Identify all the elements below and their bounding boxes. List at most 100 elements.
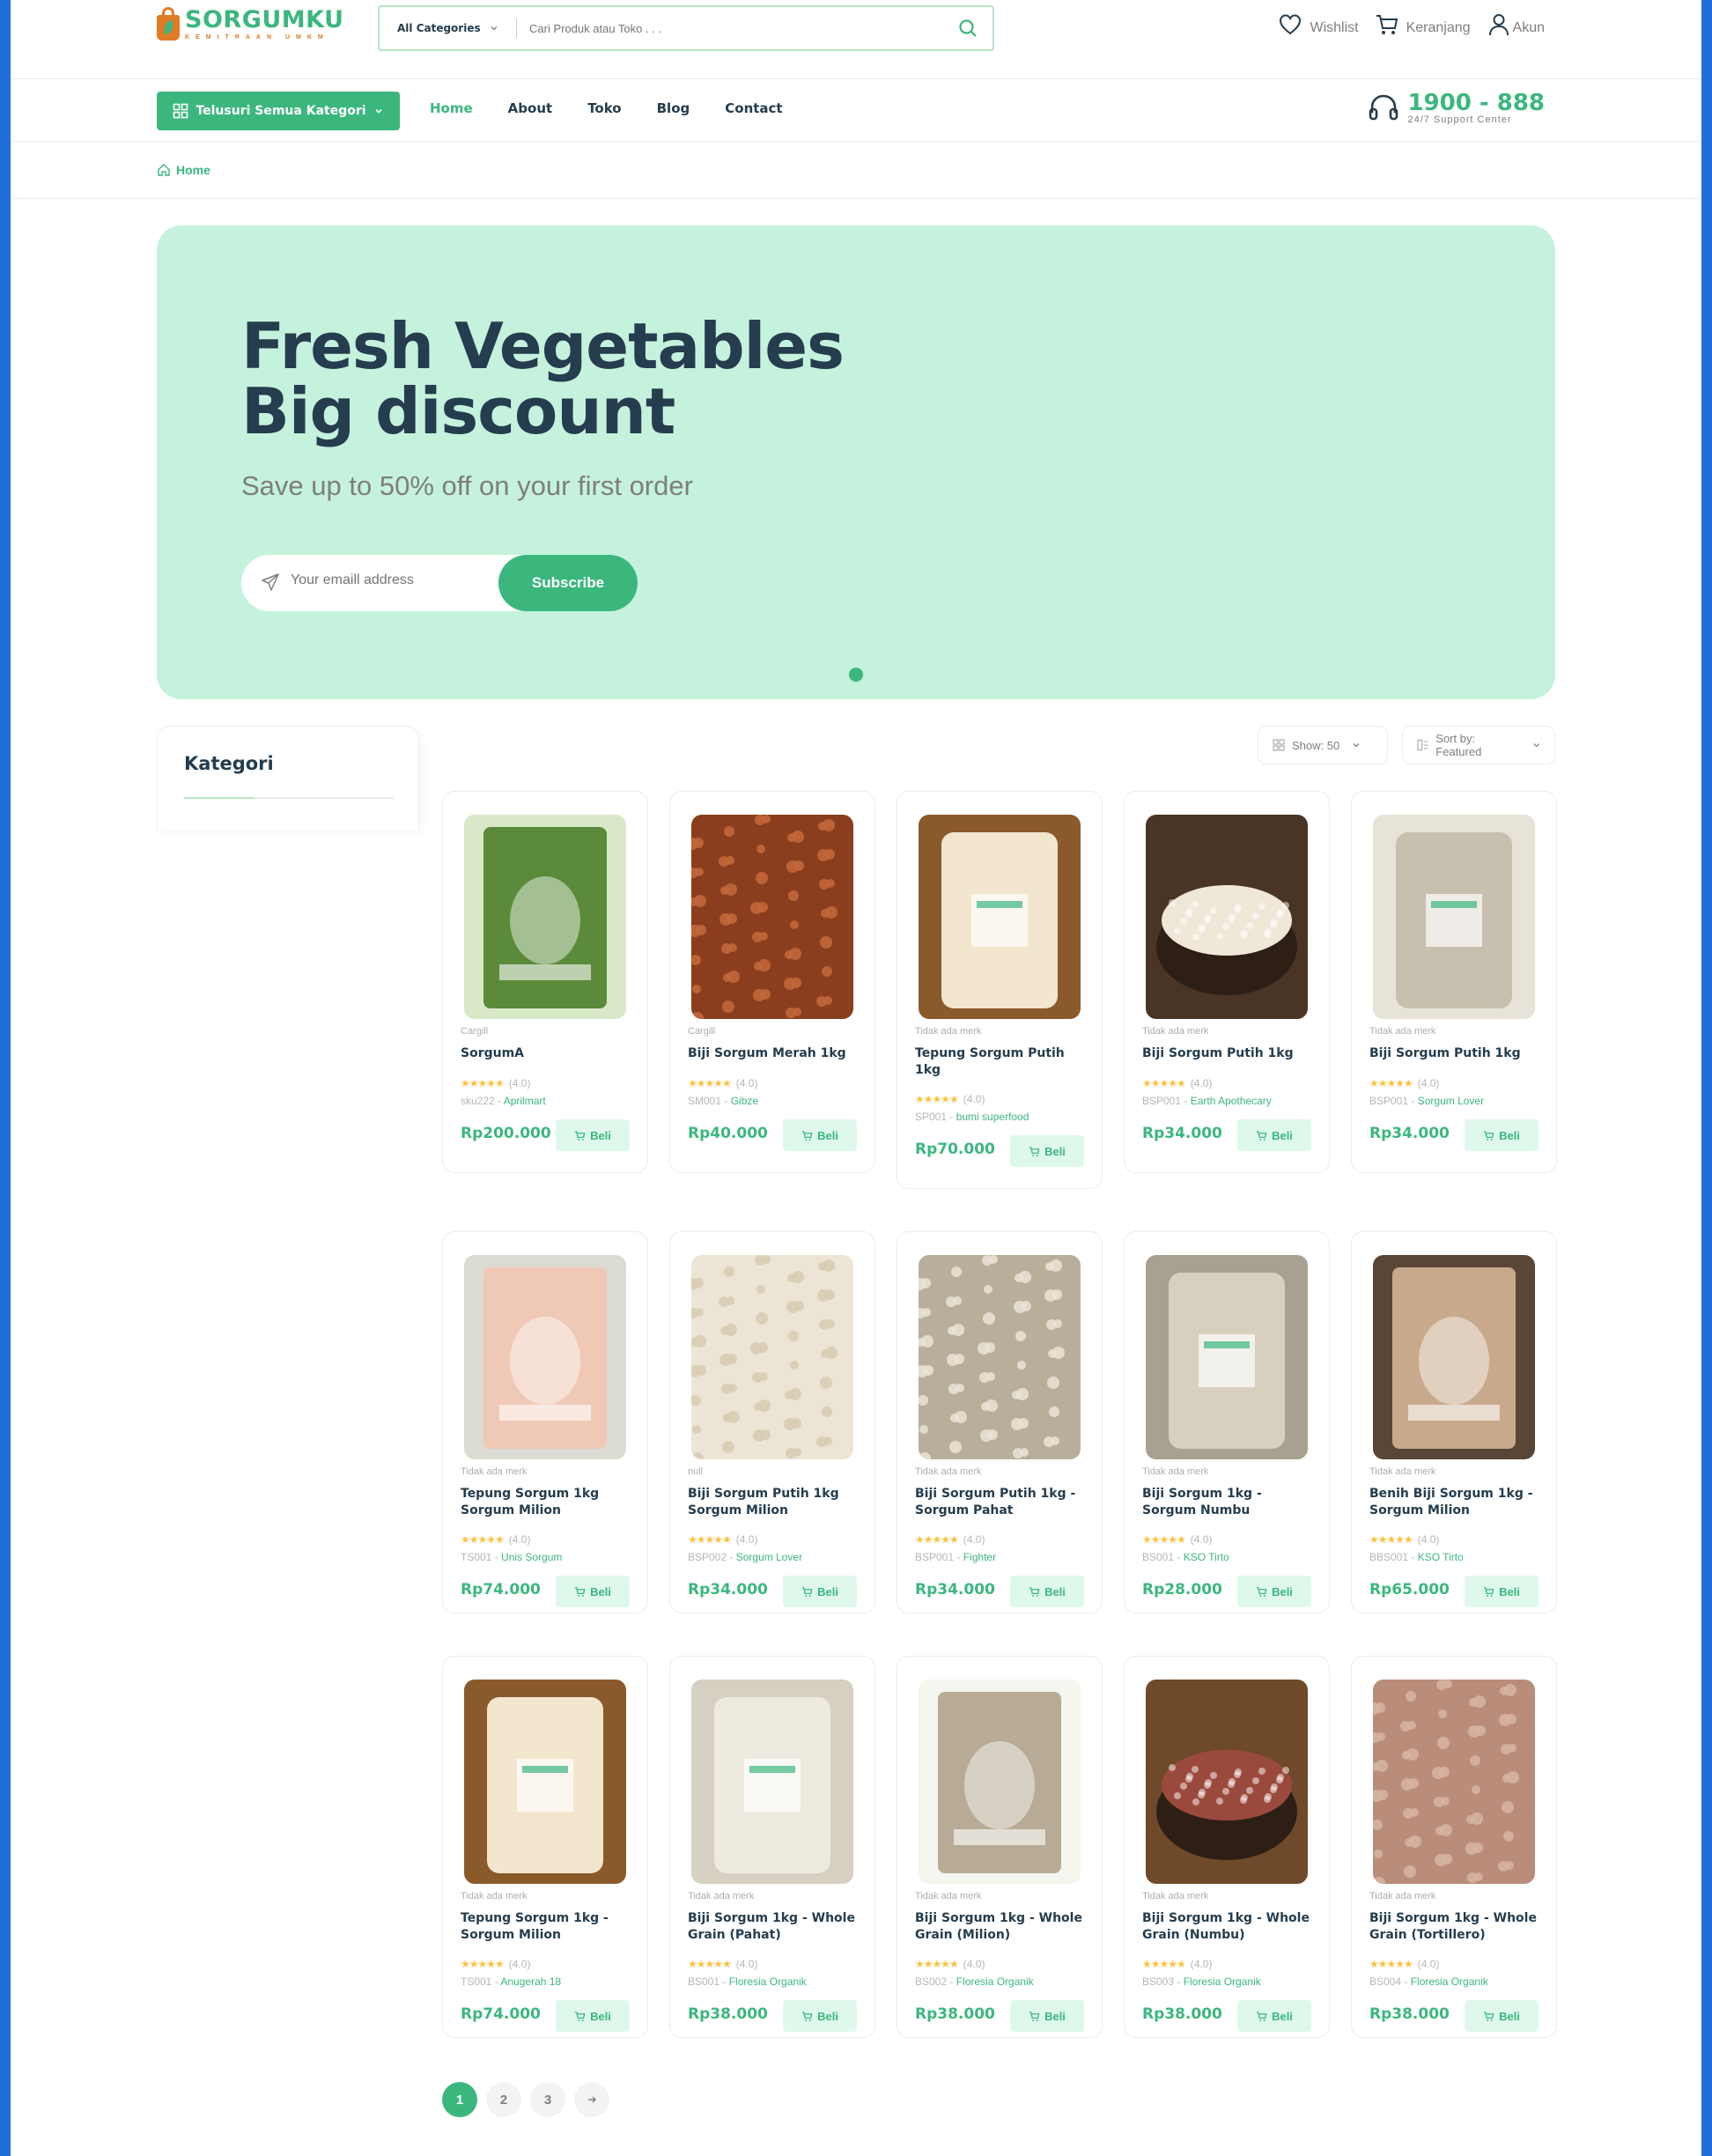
vendor-link[interactable]: Anugerah 18 bbox=[500, 1975, 561, 1988]
cart-link[interactable]: Keranjang bbox=[1375, 12, 1471, 37]
buy-button[interactable]: Beli bbox=[556, 2000, 630, 2032]
product-name[interactable]: Biji Sorgum 1kg - Whole Grain (Pahat) bbox=[688, 1910, 864, 1944]
page-2[interactable]: 2 bbox=[486, 2082, 521, 2117]
buy-button[interactable]: Beli bbox=[1010, 1576, 1084, 1607]
product-name[interactable]: Tepung Sorgum 1kg - Sorgum Milion bbox=[461, 1910, 637, 1944]
product-card[interactable]: Tidak ada merk Biji Sorgum Putih 1kg - S… bbox=[897, 1231, 1103, 1613]
product-name[interactable]: Biji Sorgum 1kg - Sorgum Numbu bbox=[1142, 1486, 1318, 1519]
page-3[interactable]: 3 bbox=[530, 2082, 565, 2117]
vendor-link[interactable]: Aprilmart bbox=[504, 1095, 546, 1107]
product-card[interactable]: Cargill Biji Sorgum Merah 1kg ★★★★★ (4.0… bbox=[669, 791, 875, 1173]
product-card[interactable]: Tidak ada merk Biji Sorgum 1kg - Whole G… bbox=[669, 1656, 875, 2038]
vendor-link[interactable]: Fighter bbox=[963, 1551, 996, 1563]
product-card[interactable]: Tidak ada merk Tepung Sorgum 1kg - Sorgu… bbox=[442, 1656, 648, 2038]
vendor-link[interactable]: Earth Apothecary bbox=[1191, 1095, 1272, 1107]
product-image[interactable] bbox=[464, 1680, 626, 1884]
email-input[interactable] bbox=[291, 572, 484, 588]
product-card[interactable]: Tidak ada merk Biji Sorgum 1kg - Whole G… bbox=[1124, 1656, 1330, 2038]
buy-button[interactable]: Beli bbox=[556, 1119, 630, 1151]
sort-select[interactable]: Sort by: Featured bbox=[1402, 726, 1555, 764]
vendor-link[interactable]: Unis Sorgum bbox=[501, 1551, 562, 1563]
product-name[interactable]: Tepung Sorgum 1kg Sorgum Milion bbox=[461, 1486, 637, 1519]
buy-button[interactable]: Beli bbox=[1465, 1576, 1539, 1607]
product-image[interactable] bbox=[1373, 815, 1535, 1019]
product-image[interactable] bbox=[1146, 1255, 1308, 1459]
product-image[interactable] bbox=[1146, 1680, 1308, 1884]
product-card[interactable]: Tidak ada merk Benih Biji Sorgum 1kg - S… bbox=[1351, 1231, 1557, 1613]
product-card[interactable]: Tidak ada merk Tepung Sorgum 1kg Sorgum … bbox=[442, 1231, 648, 1613]
product-name[interactable]: SorgumA bbox=[461, 1045, 637, 1062]
sidebar-divider bbox=[184, 797, 394, 799]
next-page-button[interactable] bbox=[574, 2082, 609, 2117]
product-image[interactable] bbox=[464, 815, 626, 1019]
browse-categories-button[interactable]: Telusuri Semua Kategori bbox=[157, 92, 400, 130]
product-name[interactable]: Biji Sorgum Putih 1kg Sorgum Milion bbox=[688, 1486, 864, 1519]
product-name[interactable]: Biji Sorgum 1kg - Whole Grain (Milion) bbox=[915, 1910, 1091, 1944]
category-select[interactable]: All Categories bbox=[380, 22, 516, 34]
search-input[interactable] bbox=[517, 21, 950, 35]
product-name[interactable]: Biji Sorgum Putih 1kg - Sorgum Pahat bbox=[915, 1486, 1091, 1519]
buy-button[interactable]: Beli bbox=[1465, 1119, 1539, 1151]
buy-button[interactable]: Beli bbox=[783, 1576, 857, 1607]
product-image[interactable] bbox=[691, 1255, 853, 1459]
buy-button[interactable]: Beli bbox=[1010, 2000, 1084, 2032]
product-image[interactable] bbox=[919, 1255, 1081, 1459]
product-card[interactable]: Cargill SorgumA ★★★★★ (4.0) sku222 - Apr… bbox=[442, 791, 648, 1173]
product-card[interactable]: Tidak ada merk Biji Sorgum 1kg - Sorgum … bbox=[1124, 1231, 1330, 1613]
vendor-link[interactable]: KSO Tirto bbox=[1184, 1551, 1229, 1563]
buy-button[interactable]: Beli bbox=[783, 2000, 857, 2032]
vendor-link[interactable]: Gibze bbox=[731, 1095, 758, 1107]
wishlist-link[interactable]: Wishlist bbox=[1278, 12, 1359, 37]
vendor-link[interactable]: Sorgum Lover bbox=[736, 1551, 802, 1563]
product-image[interactable] bbox=[1373, 1255, 1535, 1459]
product-name[interactable]: Tepung Sorgum Putih 1kg bbox=[915, 1045, 1091, 1079]
product-image[interactable] bbox=[919, 1680, 1081, 1884]
slider-dot[interactable] bbox=[849, 668, 863, 682]
buy-button[interactable]: Beli bbox=[1237, 2000, 1311, 2032]
account-link[interactable]: Akun bbox=[1487, 12, 1545, 37]
product-name[interactable]: Biji Sorgum Putih 1kg bbox=[1369, 1045, 1546, 1062]
star-rating-icon: ★★★★★ bbox=[915, 1533, 959, 1546]
product-card[interactable]: null Biji Sorgum Putih 1kg Sorgum Milion… bbox=[669, 1231, 875, 1613]
product-name[interactable]: Biji Sorgum Merah 1kg bbox=[688, 1045, 864, 1062]
vendor-link[interactable]: Floresia Organik bbox=[1184, 1975, 1261, 1988]
search-icon[interactable] bbox=[950, 11, 985, 46]
breadcrumb-home[interactable]: Home bbox=[176, 163, 210, 177]
product-image[interactable] bbox=[691, 815, 853, 1019]
logo[interactable]: SORGUMKU KEMITRAAN UMKM bbox=[157, 7, 344, 41]
product-name[interactable]: Biji Sorgum 1kg - Whole Grain (Tortiller… bbox=[1369, 1910, 1546, 1944]
product-image[interactable] bbox=[1373, 1680, 1535, 1884]
buy-button[interactable]: Beli bbox=[556, 1576, 630, 1607]
product-name[interactable]: Biji Sorgum Putih 1kg bbox=[1142, 1045, 1318, 1062]
product-card[interactable]: Tidak ada merk Biji Sorgum Putih 1kg ★★★… bbox=[1124, 791, 1330, 1173]
vendor-link[interactable]: Floresia Organik bbox=[956, 1975, 1034, 1988]
buy-button[interactable]: Beli bbox=[1237, 1119, 1311, 1151]
product-card[interactable]: Tidak ada merk Tepung Sorgum Putih 1kg ★… bbox=[897, 791, 1103, 1189]
buy-button[interactable]: Beli bbox=[1010, 1135, 1084, 1167]
buy-button[interactable]: Beli bbox=[783, 1119, 857, 1151]
vendor-link[interactable]: Floresia Organik bbox=[729, 1975, 807, 1988]
show-count-select[interactable]: Show: 50 bbox=[1258, 726, 1388, 764]
product-image[interactable] bbox=[1146, 815, 1308, 1019]
buy-button[interactable]: Beli bbox=[1237, 1576, 1311, 1607]
page-1[interactable]: 1 bbox=[442, 2082, 477, 2117]
vendor-link[interactable]: Floresia Organik bbox=[1411, 1975, 1488, 1988]
product-image[interactable] bbox=[691, 1680, 853, 1884]
menu-contact[interactable]: Contact bbox=[725, 100, 782, 116]
product-name[interactable]: Biji Sorgum 1kg - Whole Grain (Numbu) bbox=[1142, 1910, 1318, 1944]
vendor-link[interactable]: KSO Tirto bbox=[1418, 1551, 1464, 1563]
buy-button[interactable]: Beli bbox=[1465, 2000, 1539, 2032]
product-name[interactable]: Benih Biji Sorgum 1kg - Sorgum Milion bbox=[1369, 1486, 1546, 1519]
menu-blog[interactable]: Blog bbox=[657, 100, 690, 116]
menu-home[interactable]: Home bbox=[430, 100, 473, 116]
subscribe-button[interactable]: Subscribe bbox=[498, 555, 638, 611]
vendor-link[interactable]: Sorgum Lover bbox=[1418, 1095, 1484, 1107]
menu-toko[interactable]: Toko bbox=[587, 100, 621, 116]
product-image[interactable] bbox=[464, 1255, 626, 1459]
product-card[interactable]: Tidak ada merk Biji Sorgum 1kg - Whole G… bbox=[897, 1656, 1103, 2038]
product-card[interactable]: Tidak ada merk Biji Sorgum 1kg - Whole G… bbox=[1351, 1656, 1557, 2038]
vendor-link[interactable]: bumi superfood bbox=[956, 1111, 1029, 1123]
product-image[interactable] bbox=[919, 815, 1081, 1019]
menu-about[interactable]: About bbox=[508, 100, 553, 116]
product-card[interactable]: Tidak ada merk Biji Sorgum Putih 1kg ★★★… bbox=[1351, 791, 1557, 1173]
